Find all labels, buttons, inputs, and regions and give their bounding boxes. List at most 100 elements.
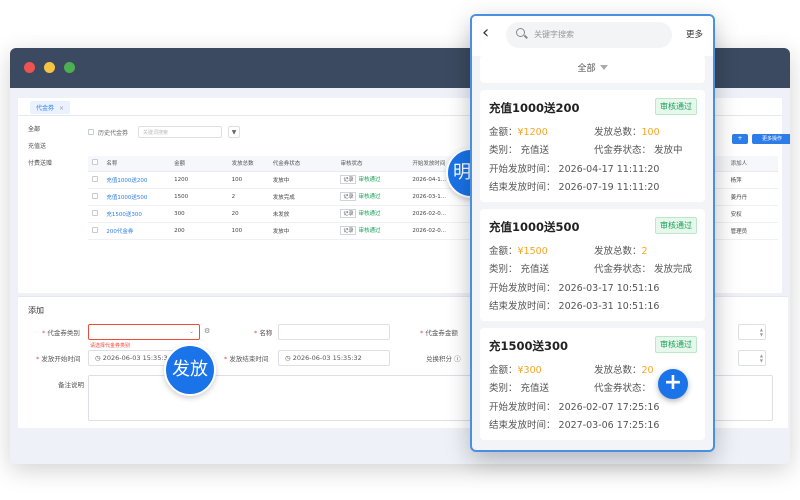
row-adder: 姜丹丹 [726,188,778,206]
row-name[interactable]: 充值1000送200 [102,171,171,189]
remark-label: 备注说明 [58,381,84,389]
maximize-dot[interactable] [64,62,75,73]
card-type: 类别： 充值送 [489,264,550,275]
keyword-search-input[interactable]: 关键词搜索 [138,126,222,138]
card-type: 类别： 充值送 [489,145,550,156]
row-status: 未发放 [268,205,337,223]
minimize-dot[interactable] [44,62,55,73]
row-amount: 300 [170,205,228,223]
amount-label: * 代金券金额 [420,329,458,337]
record-button[interactable]: 记录 [340,192,357,201]
row-status: 发放中 [268,171,337,189]
card-status: 代金券状态： [594,383,652,394]
card-title: 充值1000送500 [489,220,580,234]
row-name[interactable]: 充值1000送500 [102,188,171,206]
row-total: 100 [227,171,269,189]
chevron-down-icon: ⌄ [188,328,194,335]
row-audit: 记录 审核通过 [336,222,409,240]
header-total: 发放总数 [227,156,269,172]
tab-close-icon[interactable]: × [59,105,64,112]
row-total: 20 [227,205,269,223]
row-total: 100 [227,222,269,240]
add-button[interactable]: + [732,134,748,144]
back-arrow-icon[interactable]: ‹ [482,24,489,42]
more-button[interactable]: 更多 [686,28,703,40]
row-adder: 杨萍 [726,171,778,189]
sidebar-item-recharge[interactable]: 充值送 [18,137,76,154]
stage: 代金券 × 全部 充值送 付费送赠 历史代金券 关键词搜索 ▼ + 更多操作 名… [0,0,800,500]
issue-bubble: 发放 [164,344,216,396]
row-total: 2 [227,188,269,206]
record-button[interactable]: 记录 [340,226,357,235]
name-input[interactable] [278,324,390,340]
card-status: 代金券状态： 发放完成 [594,264,693,275]
mobile-header: ‹ 关键字搜索 更多 [472,16,713,56]
close-dot[interactable] [24,62,35,73]
points-stepper[interactable]: ▲ ▼ [738,350,766,366]
row-select [88,188,103,206]
row-amount: 1200 [170,171,228,189]
row-checkbox[interactable] [92,192,98,199]
card-start: 开始发放时间： 2026-02-07 17:25:16 [489,402,660,413]
voucher-card[interactable]: 充值1000送200 审核通过 金额：¥1200 发放总数：100 类别： 充值… [480,90,705,202]
card-amount: 金额：¥1500 [489,246,548,257]
card-amount: 金额：¥300 [489,365,542,376]
card-total: 发放总数：100 [594,127,660,138]
row-name[interactable]: 200代金券 [102,222,171,240]
more-actions-button[interactable]: 更多操作 [752,134,790,144]
voucher-card[interactable]: 充值1000送500 审核通过 金额：¥1500 发放总数：2 类别： 充值送 … [480,209,705,321]
history-checkbox[interactable] [88,129,94,135]
card-end: 结束发放时间： 2027-03-06 17:25:16 [489,420,660,431]
row-status: 发放完成 [268,188,337,206]
row-checkbox[interactable] [92,175,98,182]
audit-badge: 审核通过 [655,98,697,115]
end-time-label: * 发放结束时间 [224,355,269,363]
record-button[interactable]: 记录 [340,209,357,218]
tab-voucher[interactable]: 代金券 × [30,101,70,114]
audit-status: 审核通过 [358,194,381,200]
search-icon [516,28,525,37]
gear-icon[interactable]: ⚙ [204,327,210,335]
row-checkbox[interactable] [92,226,98,233]
header-select [88,156,103,172]
header-name: 名称 [102,156,171,172]
chevron-down-icon [599,65,608,70]
form-title: 添加 [28,306,44,315]
amount-stepper[interactable]: ▲ ▼ [738,324,766,340]
start-time-label: * 发放开始时间 [36,355,81,363]
row-amount: 200 [170,222,228,240]
history-label: 历史代金券 [98,130,129,137]
card-title: 充1500送300 [489,339,569,353]
row-checkbox[interactable] [92,209,98,216]
row-status: 发放中 [268,222,337,240]
points-label: 兑换积分 ⓘ [426,355,461,363]
card-total: 发放总数：20 [594,365,654,376]
audit-status: 审核通过 [358,211,381,217]
filter-icon[interactable]: ▼ [228,126,240,138]
header-status: 代金券状态 [268,156,337,172]
voucher-type-select[interactable]: ⌄ [88,324,200,340]
row-amount: 1500 [170,188,228,206]
audit-badge: 审核通过 [655,217,697,234]
sidebar-item-paid[interactable]: 付费送赠 [18,154,76,171]
select-all-checkbox[interactable] [92,159,98,166]
status-filter-dropdown[interactable]: 全部 [480,55,705,83]
card-title: 充值1000送200 [489,101,580,115]
info-icon: ⓘ [452,355,461,363]
mobile-search-input[interactable]: 关键字搜索 [506,22,672,48]
card-status: 代金券状态： 发放中 [594,145,683,156]
row-select [88,222,103,240]
card-amount: 金额：¥1200 [489,127,548,138]
sidebar-item-all[interactable]: 全部 [18,120,76,137]
filter-value: 全部 [577,64,596,74]
end-time-input[interactable]: ◷ 2026-06-03 15:35:32 [278,350,390,366]
audit-status: 审核通过 [358,228,381,234]
stepper-arrows-icon[interactable]: ▲ ▼ [760,353,763,363]
row-name[interactable]: 充1500送300 [102,205,171,223]
row-audit: 记录 审核通过 [336,171,409,189]
tab-label: 代金券 [36,105,55,112]
card-total: 发放总数：2 [594,246,648,257]
record-button[interactable]: 记录 [340,175,357,184]
stepper-arrows-icon[interactable]: ▲ ▼ [760,327,763,337]
add-fab-button[interactable]: + [658,369,688,399]
